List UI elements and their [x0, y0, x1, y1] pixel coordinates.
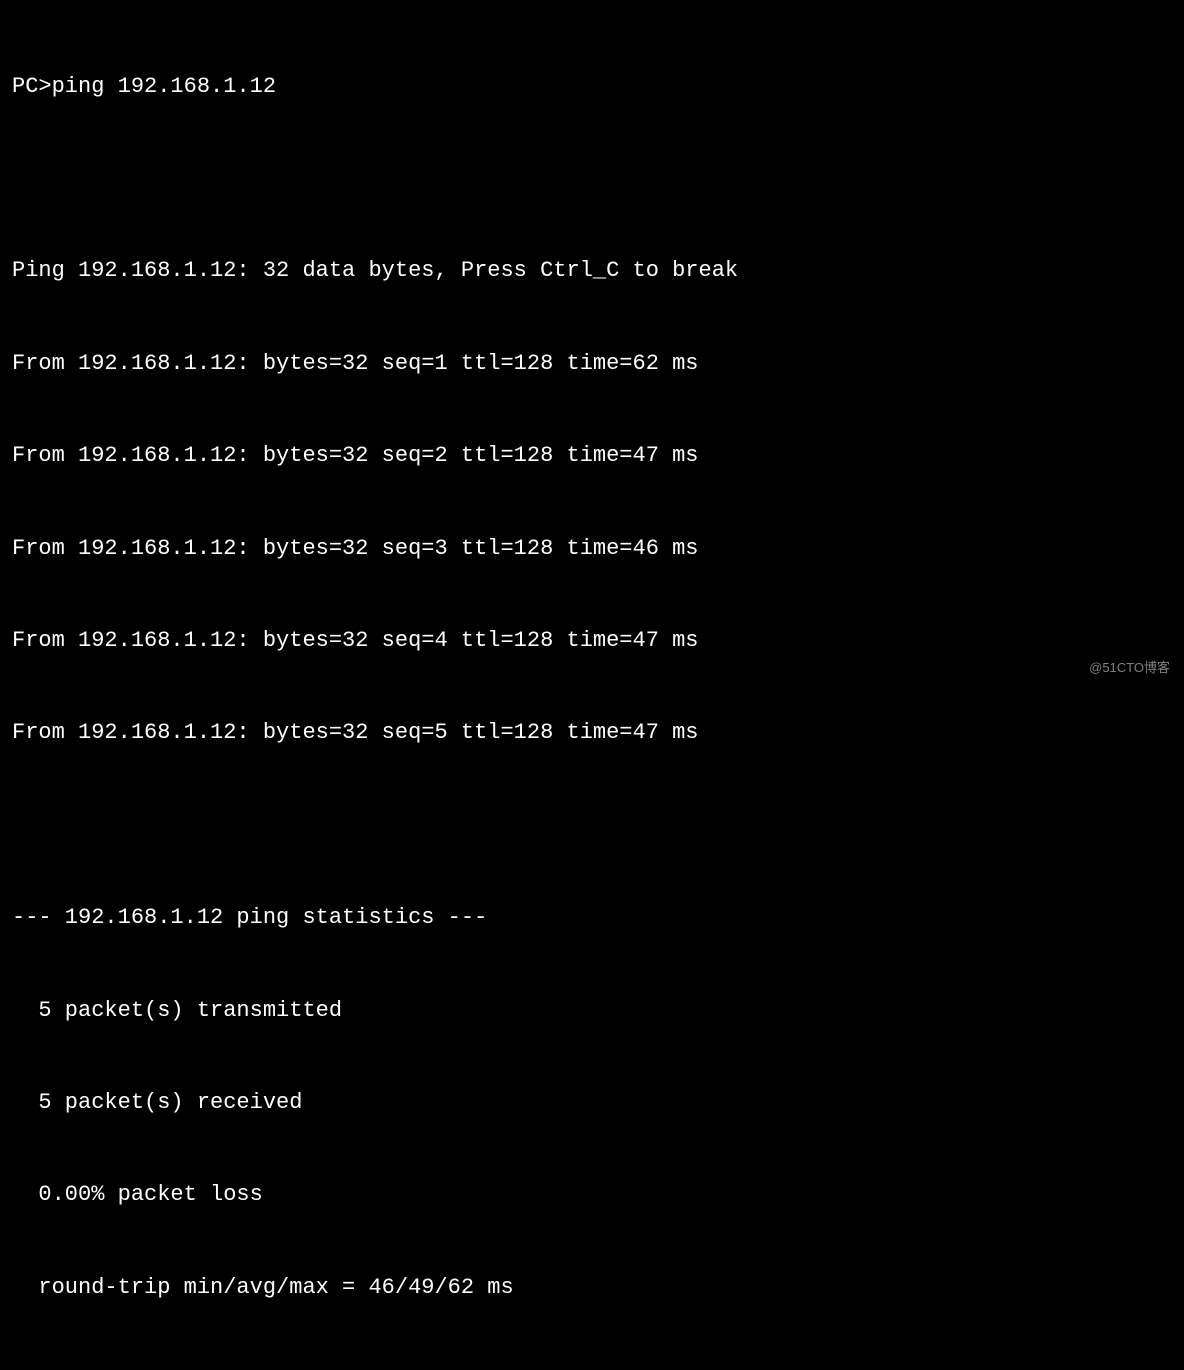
- blank-line: [12, 1365, 1172, 1370]
- ping-header: Ping 192.168.1.12: 32 data bytes, Press …: [12, 256, 1172, 287]
- prompt: PC>: [12, 74, 52, 99]
- stats-line: 5 packet(s) transmitted: [12, 996, 1172, 1027]
- stats-header: --- 192.168.1.12 ping statistics ---: [12, 903, 1172, 934]
- entered-command: ping 192.168.1.12: [52, 74, 276, 99]
- ping-reply: From 192.168.1.12: bytes=32 seq=4 ttl=12…: [12, 626, 1172, 657]
- ping-reply: From 192.168.1.12: bytes=32 seq=5 ttl=12…: [12, 718, 1172, 749]
- terminal-output[interactable]: PC>ping 192.168.1.12 Ping 192.168.1.12: …: [0, 0, 1184, 1370]
- ping-reply: From 192.168.1.12: bytes=32 seq=2 ttl=12…: [12, 441, 1172, 472]
- blank-line: [12, 811, 1172, 842]
- stats-line: round-trip min/avg/max = 46/49/62 ms: [12, 1273, 1172, 1304]
- ping-reply: From 192.168.1.12: bytes=32 seq=3 ttl=12…: [12, 534, 1172, 565]
- watermark: @51CTO博客: [1089, 659, 1170, 677]
- command-line: PC>ping 192.168.1.12: [12, 72, 1172, 103]
- stats-line: 5 packet(s) received: [12, 1088, 1172, 1119]
- ping-reply: From 192.168.1.12: bytes=32 seq=1 ttl=12…: [12, 349, 1172, 380]
- blank-line: [12, 164, 1172, 195]
- stats-line: 0.00% packet loss: [12, 1180, 1172, 1211]
